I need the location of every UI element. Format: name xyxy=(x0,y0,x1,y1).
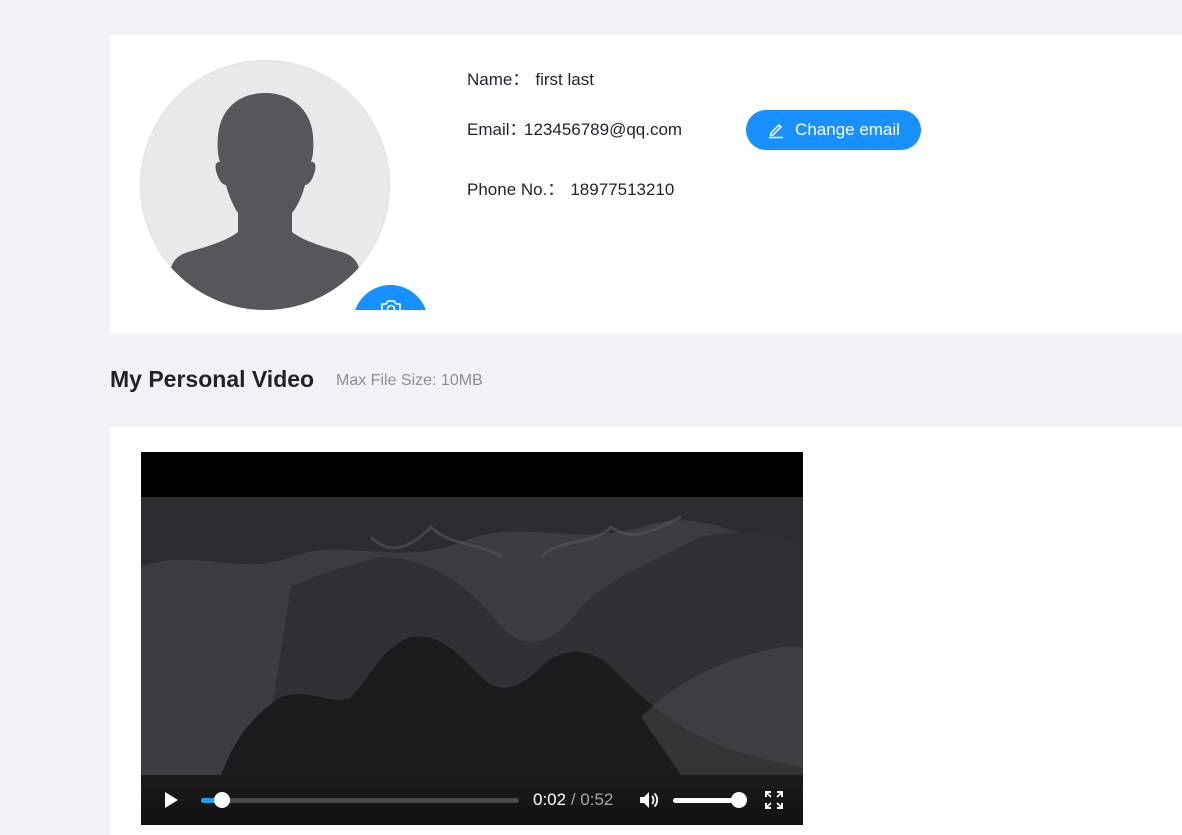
play-icon xyxy=(165,792,178,808)
video-section-title: My Personal Video xyxy=(110,366,315,392)
change-email-label: Change email xyxy=(795,120,900,139)
email-value: 123456789@qq.com xyxy=(524,120,683,139)
play-button[interactable] xyxy=(161,790,181,810)
volume-icon xyxy=(640,792,659,808)
fullscreen-icon xyxy=(765,791,783,809)
camera-icon xyxy=(381,300,401,310)
edit-icon xyxy=(769,124,784,139)
current-time: 0:02 xyxy=(533,790,567,809)
duration: 0:52 xyxy=(580,790,614,809)
avatar[interactable] xyxy=(140,60,390,310)
email-label: Email： xyxy=(467,120,527,139)
video-card: 0:02 / 0:52 xyxy=(110,427,1182,835)
profile-card: Name： first last Email： 123456789@qq.com … xyxy=(110,35,1182,334)
time-display: 0:02 / 0:52 xyxy=(533,790,613,810)
time-separator: / xyxy=(570,790,576,809)
phone-row: Phone No.： 18977513210 xyxy=(467,175,674,200)
progress-bar[interactable] xyxy=(201,792,519,808)
fullscreen-button[interactable] xyxy=(764,790,784,810)
email-row: Email： xyxy=(467,115,533,140)
max-file-size-hint: Max File Size: 10MB xyxy=(336,372,483,389)
video-player[interactable]: 0:02 / 0:52 xyxy=(141,452,803,825)
progress-thumb[interactable] xyxy=(214,792,231,808)
video-thumbnail xyxy=(141,497,803,775)
change-email-button[interactable]: Change email xyxy=(746,110,921,150)
volume-button[interactable] xyxy=(638,790,660,810)
video-frame[interactable] xyxy=(141,497,803,775)
video-controls: 0:02 / 0:52 xyxy=(141,775,803,825)
phone-label: Phone No.： xyxy=(467,180,565,199)
volume-slider[interactable] xyxy=(673,792,747,808)
name-label: Name： xyxy=(467,70,530,89)
user-silhouette-icon xyxy=(170,93,360,310)
phone-value: 18977513210 xyxy=(570,180,675,199)
name-value: first last xyxy=(535,70,594,89)
change-avatar-button[interactable] xyxy=(353,285,428,310)
volume-thumb[interactable] xyxy=(731,792,747,808)
name-row: Name： first last xyxy=(467,65,594,90)
volume-fill xyxy=(673,798,739,803)
